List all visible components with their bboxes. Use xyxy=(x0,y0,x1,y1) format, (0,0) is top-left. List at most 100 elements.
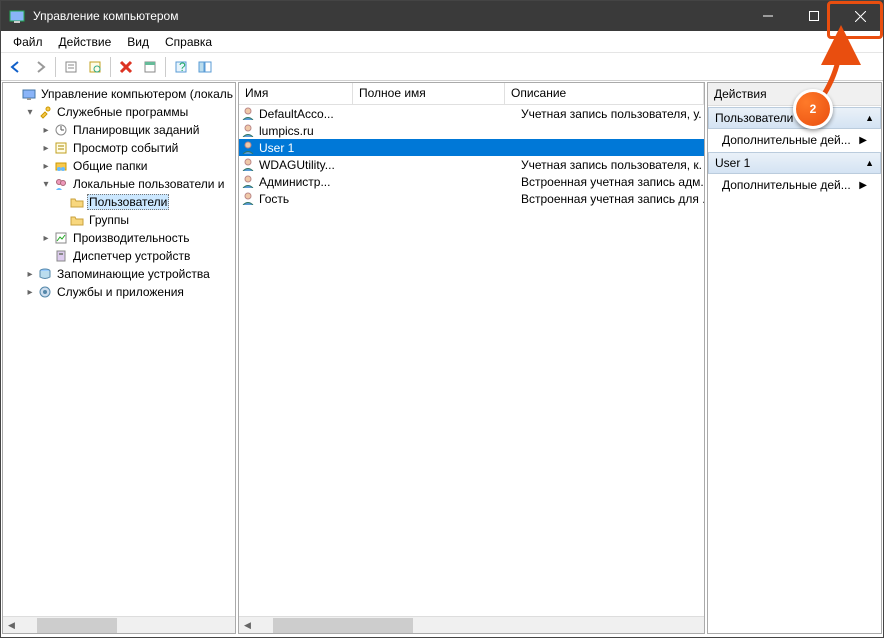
tools-icon xyxy=(37,104,53,120)
delete-button[interactable] xyxy=(115,56,137,78)
user-icon xyxy=(241,174,257,190)
cell-description: Учетная запись пользователя, к. xyxy=(521,158,704,172)
tree-item[interactable]: ▸ Производительность xyxy=(3,229,235,247)
tree-label: Службы и приложения xyxy=(55,285,186,299)
list-row[interactable]: WDAGUtility...Учетная запись пользовател… xyxy=(239,156,704,173)
tree-label: Общие папки xyxy=(71,159,149,173)
svg-text:?: ? xyxy=(179,60,186,74)
view-button[interactable] xyxy=(194,56,216,78)
menubar: Файл Действие Вид Справка xyxy=(1,31,883,53)
menu-help[interactable]: Справка xyxy=(157,33,220,51)
user-icon xyxy=(241,123,257,139)
tree-label: Группы xyxy=(87,213,131,227)
menu-view[interactable]: Вид xyxy=(119,33,157,51)
action-group-title: User 1 xyxy=(715,156,750,170)
tree-label: Диспетчер устройств xyxy=(71,249,192,263)
menu-file[interactable]: Файл xyxy=(5,33,51,51)
tree-label: Служебные программы xyxy=(55,105,190,119)
tree-item[interactable]: Управление компьютером (локаль xyxy=(3,85,235,103)
list-row[interactable]: lumpics.ru xyxy=(239,122,704,139)
list-panel: Имя Полное имя Описание DefaultAcco... Уч… xyxy=(238,82,705,634)
tree-toggle[interactable]: ▸ xyxy=(23,287,37,298)
chevron-right-icon: ▶ xyxy=(859,180,867,191)
tree-label: Локальные пользователи и xyxy=(71,177,226,191)
list-row[interactable]: User 1 xyxy=(239,139,704,156)
tree-toggle[interactable]: ▸ xyxy=(39,233,53,244)
collapse-icon: ▲ xyxy=(865,158,874,168)
tree-toggle[interactable]: ▸ xyxy=(39,125,53,136)
action-group-header[interactable]: Пользователи▲ xyxy=(708,107,881,129)
tree-item[interactable]: Диспетчер устройств xyxy=(3,247,235,265)
storage-icon xyxy=(37,266,53,282)
maximize-button[interactable] xyxy=(791,1,837,31)
tree[interactable]: Управление компьютером (локаль▾Служебные… xyxy=(3,83,235,616)
tree-label: Управление компьютером (локаль xyxy=(39,87,235,101)
action-group-header[interactable]: User 1 ▲ xyxy=(708,152,881,174)
list-row[interactable]: Администр...Встроенная учетная запись ад… xyxy=(239,173,704,190)
list-scrollbar[interactable]: ◀ xyxy=(239,616,704,633)
actions-list: Пользователи▲Дополнительные дей...▶User … xyxy=(708,106,881,196)
cell-name: Гость xyxy=(259,192,369,206)
shared-icon xyxy=(53,158,69,174)
tree-item[interactable]: Пользователи xyxy=(3,193,235,211)
tree-item[interactable]: ▾ Локальные пользователи и xyxy=(3,175,235,193)
tree-item[interactable]: Группы xyxy=(3,211,235,229)
action-item[interactable]: Дополнительные дей... ▶ xyxy=(708,129,881,151)
tree-toggle[interactable]: ▾ xyxy=(23,107,37,118)
pc-icon xyxy=(21,86,37,102)
window-title: Управление компьютером xyxy=(33,9,745,23)
main-layout: Управление компьютером (локаль▾Служебные… xyxy=(1,81,883,635)
properties-button[interactable] xyxy=(60,56,82,78)
tree-panel: Управление компьютером (локаль▾Служебные… xyxy=(2,82,236,634)
action-item-label: Дополнительные дей... xyxy=(722,133,851,147)
list-row[interactable]: DefaultAcco...Учетная запись пользовател… xyxy=(239,105,704,122)
tree-toggle[interactable]: ▸ xyxy=(39,143,53,154)
forward-button[interactable] xyxy=(29,56,51,78)
tree-item[interactable]: ▸ Службы и приложения xyxy=(3,283,235,301)
tree-scrollbar[interactable]: ◀ xyxy=(3,616,235,633)
cell-description: Встроенная учетная запись для . xyxy=(521,192,704,206)
tree-label: Просмотр событий xyxy=(71,141,180,155)
tree-label: Запоминающие устройства xyxy=(55,267,212,281)
cell-name: DefaultAcco... xyxy=(259,107,369,121)
tree-toggle[interactable]: ▸ xyxy=(23,269,37,280)
tree-item[interactable]: ▾ Служебные программы xyxy=(3,103,235,121)
minimize-button[interactable] xyxy=(745,1,791,31)
close-button[interactable] xyxy=(837,1,883,31)
folder-icon xyxy=(69,194,85,210)
column-fullname[interactable]: Полное имя xyxy=(353,83,505,104)
event-icon xyxy=(53,140,69,156)
tree-label: Производительность xyxy=(71,231,191,245)
list-body[interactable]: DefaultAcco... Учетная запись пользовател… xyxy=(239,105,704,616)
tree-toggle[interactable]: ▾ xyxy=(39,179,53,190)
column-description[interactable]: Описание xyxy=(505,83,704,104)
app-icon xyxy=(9,8,25,24)
users-icon xyxy=(53,176,69,192)
titlebar: Управление компьютером xyxy=(1,1,883,31)
tree-toggle[interactable]: ▸ xyxy=(39,161,53,172)
column-name[interactable]: Имя xyxy=(239,83,353,104)
tree-item[interactable]: ▸ Просмотр событий xyxy=(3,139,235,157)
window-controls xyxy=(745,1,883,31)
refresh-button[interactable] xyxy=(84,56,106,78)
tree-item[interactable]: ▸ Запоминающие устройства xyxy=(3,265,235,283)
user-icon xyxy=(241,191,257,207)
user-icon xyxy=(241,106,257,122)
action-group-title: Пользователи xyxy=(715,111,793,125)
tree-item[interactable]: ▸Планировщик заданий xyxy=(3,121,235,139)
user-icon xyxy=(241,140,257,156)
chevron-right-icon: ▶ xyxy=(859,135,867,146)
cell-name: User 1 xyxy=(259,141,369,155)
tree-item[interactable]: ▸ Общие папки xyxy=(3,157,235,175)
services-icon xyxy=(37,284,53,300)
list-row[interactable]: Гость Встроенная учетная запись для . xyxy=(239,190,704,207)
action-item[interactable]: Дополнительные дей...▶ xyxy=(708,174,881,196)
tree-label: Пользователи xyxy=(87,194,169,210)
menu-action[interactable]: Действие xyxy=(51,33,120,51)
perf-icon xyxy=(53,230,69,246)
actions-panel: Действия Пользователи▲Дополнительные дей… xyxy=(707,82,882,634)
help-button[interactable]: ? xyxy=(170,56,192,78)
export-button[interactable] xyxy=(139,56,161,78)
back-button[interactable] xyxy=(5,56,27,78)
cell-name: Администр... xyxy=(259,175,369,189)
